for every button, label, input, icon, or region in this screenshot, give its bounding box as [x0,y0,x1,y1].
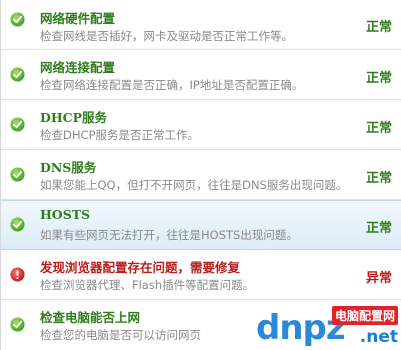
row-title: 发现浏览器配置存在问题，需要修复 [40,260,241,275]
row-description: 检查网络连接配置是否正确，IP地址是否配置正确。 [40,78,304,92]
check-circle-icon [10,12,25,27]
row-title: DNS服务 [40,160,97,175]
check-circle-icon [10,317,25,332]
diagnostic-row-hardware[interactable]: 网络硬件配置 检查网线是否插好，网卡及驱动是否正常工作等。 正常 [1,0,401,50]
row-description: 如果有些网页无法打开，往往是HOSTS出现问题。 [40,228,298,242]
row-description: 检查您的电脑是否可以访问网页 [40,328,201,342]
diagnostic-row-hosts[interactable]: HOSTS 如果有些网页无法打开，往往是HOSTS出现问题。 正常 [1,200,401,250]
row-title: 检查电脑能否上网 [40,310,141,325]
check-circle-icon [10,217,25,232]
check-circle-icon [10,167,25,182]
diagnostic-row-dhcp[interactable]: DHCP服务 检查DHCP服务是否正常工作。 正常 [1,100,401,150]
row-description: 如果您能上QQ，但打不开网页，往往是DNS服务出现问题。 [40,178,348,192]
diagnostic-row-browser[interactable]: 发现浏览器配置存在问题，需要修复 检查浏览器代理、Flash插件等配置问题。 异… [1,250,401,300]
row-title: DHCP服务 [40,110,107,125]
row-title: 网络硬件配置 [40,11,116,26]
row-description: 检查网线是否插好，网卡及驱动是否正常工作等。 [40,29,293,43]
status-label: 正常 [365,221,392,236]
status-label: 异常 [365,271,392,286]
diagnostic-row-connection[interactable]: 网络连接配置 检查网络连接配置是否正确，IP地址是否配置正确。 正常 [1,50,401,100]
row-description: 检查浏览器代理、Flash插件等配置问题。 [40,278,255,292]
status-label: 正常 [365,171,392,186]
exclamation-circle-icon [10,267,25,282]
row-title: HOSTS [40,207,91,222]
diagnostic-list: 网络硬件配置 检查网线是否插好，网卡及驱动是否正常工作等。 正常 网络连接配置 … [0,0,401,350]
check-circle-icon [10,67,25,82]
status-label: 正常 [365,71,392,86]
diagnostic-row-dns[interactable]: DNS服务 如果您能上QQ，但打不开网页，往往是DNS服务出现问题。 正常 [1,150,401,200]
row-title: 网络连接配置 [40,60,116,75]
row-description: 检查DHCP服务是否正常工作。 [40,128,199,142]
check-circle-icon [10,117,25,132]
diagnostic-row-internet[interactable]: 检查电脑能否上网 检查您的电脑是否可以访问网页 [1,300,401,350]
status-label: 正常 [365,121,392,136]
status-label: 正常 [365,20,392,35]
